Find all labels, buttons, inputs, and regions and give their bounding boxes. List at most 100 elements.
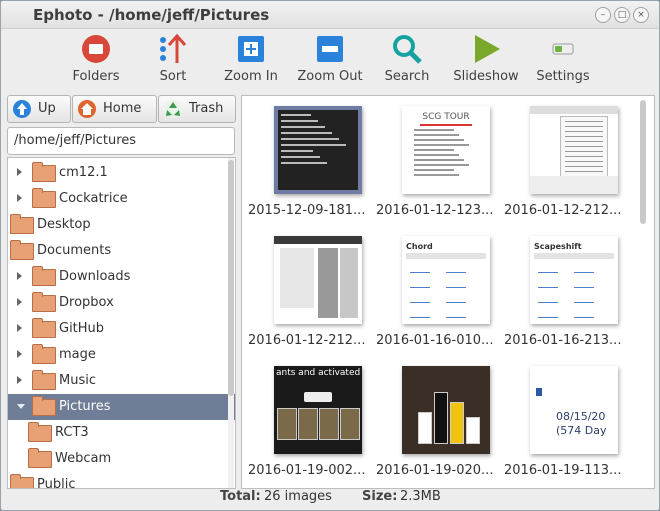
tree-item-label: GitHub (59, 321, 105, 336)
thumbnail-image (274, 106, 362, 194)
folder-icon (32, 162, 56, 182)
toolbar: Folders Sort Zoom In Zoom Out Search Sli… (1, 29, 659, 89)
thumbnail-image (274, 236, 362, 324)
folder-icon (32, 266, 56, 286)
tree-item[interactable]: Cockatrice (8, 186, 235, 212)
thumbnail-image (402, 366, 490, 454)
up-arrow-icon (13, 100, 31, 118)
zoom-out-button[interactable]: Zoom Out (290, 31, 370, 87)
thumb-text: Scapeshift (534, 242, 582, 251)
thumbnail-item[interactable]: SCG TOUR 2016-01-12-123... (376, 98, 500, 224)
tree-scrollbar[interactable] (228, 158, 234, 488)
tree-item-label: Documents (37, 243, 112, 258)
path-input[interactable]: /home/jeff/Pictures (7, 127, 235, 155)
slideshow-button[interactable]: Slideshow (446, 31, 526, 87)
folder-icon (32, 370, 56, 390)
thumbnail-image (530, 106, 618, 194)
thumb-text: 08/15/20 (556, 410, 606, 423)
thumbnail-item[interactable]: 2016-01-12-212... (248, 228, 372, 354)
folder-icon (32, 188, 56, 208)
tree-item[interactable]: cm12.1 (8, 160, 235, 186)
home-button[interactable]: Home (72, 95, 157, 123)
thumb-text: SCG TOUR (422, 112, 470, 122)
folder-icon (28, 448, 52, 468)
tree-item-label: Desktop (37, 217, 91, 232)
status-bar: Total: 26 images Size: 2.3MB (1, 488, 659, 508)
tree-item-label: Webcam (55, 451, 112, 466)
thumbnail-item[interactable]: ants and activated a 2016-01-19-002... (248, 358, 372, 484)
folder-icon (28, 422, 52, 442)
folder-icon (32, 292, 56, 312)
settings-button[interactable]: Settings (523, 31, 603, 87)
tree-item[interactable]: Dropbox (8, 290, 235, 316)
expanded-arrow-icon[interactable] (17, 404, 25, 409)
tree-item[interactable]: Webcam (8, 446, 235, 472)
thumbnail-image: 08/15/20 (574 Day (530, 366, 618, 454)
recycle-icon (164, 100, 182, 118)
thumbnail-caption: 2015-12-09-181... (248, 203, 366, 218)
trash-button[interactable]: Trash (158, 95, 236, 123)
thumb-text: Chord (406, 242, 433, 251)
thumbnail-grid: 2015-12-09-181... SCG TOUR 2016-01-12-123.… (241, 95, 655, 489)
expand-arrow-icon[interactable] (17, 298, 22, 306)
tree-item-label: Downloads (59, 269, 131, 284)
tree-item[interactable]: RCT3 (8, 420, 235, 446)
tree-item-label: Pictures (59, 399, 111, 414)
minimize-icon[interactable]: – (595, 7, 611, 23)
tree-item[interactable]: Public (8, 472, 235, 488)
settings-icon (547, 33, 579, 65)
tree-scrollbar-thumb[interactable] (228, 160, 234, 396)
thumbnail-item[interactable]: 2016-01-19-020... (376, 358, 500, 484)
tree-item[interactable]: Documents (8, 238, 235, 264)
up-button[interactable]: Up (7, 95, 71, 123)
tree-item-label: Music (59, 373, 96, 388)
search-button[interactable]: Search (367, 31, 447, 87)
total-label: Total: (220, 489, 261, 504)
thumbnail-caption: 2016-01-19-113... (504, 463, 622, 478)
expand-arrow-icon[interactable] (17, 272, 22, 280)
expand-arrow-icon[interactable] (17, 376, 22, 384)
folder-icon (10, 240, 34, 260)
search-icon (391, 33, 423, 65)
zoom-out-icon (314, 33, 346, 65)
size-value: 2.3MB (400, 489, 441, 504)
expand-arrow-icon[interactable] (17, 168, 22, 176)
tree-item-label: Cockatrice (59, 191, 128, 206)
tree-item-label: Dropbox (59, 295, 114, 310)
thumbnail-caption: 2016-01-16-010... (376, 333, 494, 348)
title-bar: Ephoto - /home/jeff/Pictures – □ × (1, 1, 659, 29)
tree-item[interactable]: Pictures (8, 394, 235, 420)
maximize-icon[interactable]: □ (614, 7, 630, 23)
thumbnail-caption: 2016-01-12-212... (504, 203, 622, 218)
thumbnail-item[interactable]: 2016-01-12-212... (504, 98, 628, 224)
expand-arrow-icon[interactable] (17, 194, 22, 202)
folder-icon (32, 318, 56, 338)
folder-icon (32, 344, 56, 364)
thumbnail-item[interactable]: Chord 2016-01-16-010... (376, 228, 500, 354)
thumbnail-image: SCG TOUR (402, 106, 490, 194)
tree-item[interactable]: GitHub (8, 316, 235, 342)
size-label: Size: (362, 489, 398, 504)
tree-item[interactable]: Music (8, 368, 235, 394)
slideshow-icon (470, 33, 502, 65)
tree-item[interactable]: mage (8, 342, 235, 368)
folder-icon (32, 396, 56, 416)
expand-arrow-icon[interactable] (17, 350, 22, 358)
tree-item-label: mage (59, 347, 96, 362)
thumbnail-item[interactable]: 08/15/20 (574 Day 2016-01-19-113... (504, 358, 628, 484)
expand-arrow-icon[interactable] (17, 324, 22, 332)
thumbnail-caption: 2016-01-19-020... (376, 463, 494, 478)
thumbnail-item[interactable]: 2015-12-09-181... (248, 98, 372, 224)
grid-scrollbar-thumb[interactable] (640, 100, 646, 224)
tree-item[interactable]: Downloads (8, 264, 235, 290)
sort-button[interactable]: Sort (133, 31, 213, 87)
grid-scrollbar[interactable] (640, 100, 646, 480)
tree-item-label: cm12.1 (59, 165, 108, 180)
folders-icon (80, 33, 112, 65)
zoom-in-button[interactable]: Zoom In (211, 31, 291, 87)
thumb-text: ants and activated a (276, 368, 362, 378)
close-icon[interactable]: × (633, 7, 649, 23)
thumbnail-item[interactable]: Scapeshift 2016-01-16-213... (504, 228, 628, 354)
folders-button[interactable]: Folders (56, 31, 136, 87)
tree-item[interactable]: Desktop (8, 212, 235, 238)
